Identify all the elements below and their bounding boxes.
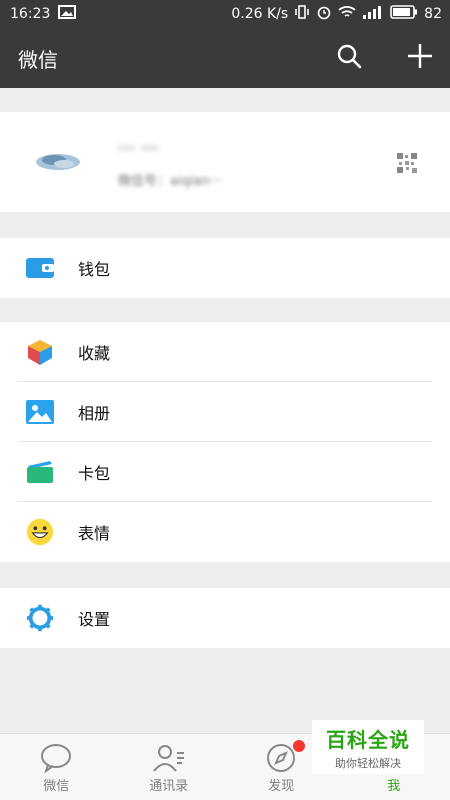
menu-item-settings[interactable]: 设置	[0, 588, 450, 648]
profile-name: ··· ···	[118, 138, 159, 159]
smiley-icon	[26, 518, 54, 546]
app-title: 微信	[18, 47, 58, 72]
tools-section: 收藏 相册 卡包 表情	[0, 322, 450, 562]
settings-label: 设置	[78, 610, 111, 629]
tab-chats-label: 微信	[43, 778, 70, 794]
wifi-icon	[338, 5, 356, 23]
signal-icon	[362, 5, 384, 23]
tab-me-label: 我	[387, 778, 401, 794]
battery-icon	[390, 5, 418, 23]
menu-item-favorites[interactable]: 收藏	[0, 322, 450, 382]
alarm-icon	[316, 4, 332, 24]
qr-code-icon[interactable]	[396, 152, 418, 174]
watermark-subtitle: 助你轻松解决	[335, 756, 401, 770]
menu-item-stickers[interactable]: 表情	[0, 502, 450, 562]
tab-chats[interactable]: 微信	[0, 734, 113, 800]
wallet-section: 钱包	[0, 238, 450, 298]
cards-label: 卡包	[78, 464, 111, 483]
network-speed: 0.26 K/s	[231, 6, 289, 22]
watermark-title: 百科全说	[326, 727, 410, 752]
watermark: 百科全说 助你轻松解决	[312, 720, 424, 774]
wallet-label: 钱包	[78, 260, 111, 279]
chat-bubble-icon	[39, 741, 73, 775]
plus-icon[interactable]	[406, 42, 434, 74]
app-header: 微信	[0, 28, 450, 88]
gear-icon	[26, 604, 54, 632]
profile-card[interactable]: ··· ··· 微信号：aiqian···	[0, 112, 450, 212]
profile-wechat-id: 微信号：aiqian···	[118, 174, 223, 189]
wallet-icon	[26, 254, 54, 282]
album-label: 相册	[78, 404, 111, 423]
search-icon[interactable]	[336, 43, 362, 73]
favorites-label: 收藏	[78, 344, 111, 363]
menu-item-wallet[interactable]: 钱包	[0, 238, 450, 298]
card-package-icon	[26, 458, 54, 486]
status-bar: 16:23 0.26 K/s 82	[0, 0, 450, 28]
vibrate-icon	[294, 4, 310, 24]
stickers-label: 表情	[78, 524, 111, 543]
image-notification-icon	[58, 5, 77, 23]
battery-level: 82	[424, 6, 442, 22]
status-time: 16:23	[10, 6, 51, 22]
menu-item-cards[interactable]: 卡包	[0, 442, 450, 502]
contacts-icon	[152, 741, 186, 775]
tab-contacts-label: 通讯录	[149, 778, 189, 794]
menu-item-album[interactable]: 相册	[0, 382, 450, 442]
tab-discover-label: 发现	[268, 778, 295, 794]
album-icon	[26, 398, 54, 426]
avatar	[28, 140, 88, 184]
tab-contacts[interactable]: 通讯录	[113, 734, 226, 800]
settings-section: 设置	[0, 588, 450, 648]
discover-badge-dot	[293, 740, 305, 752]
favorites-cube-icon	[26, 338, 54, 366]
